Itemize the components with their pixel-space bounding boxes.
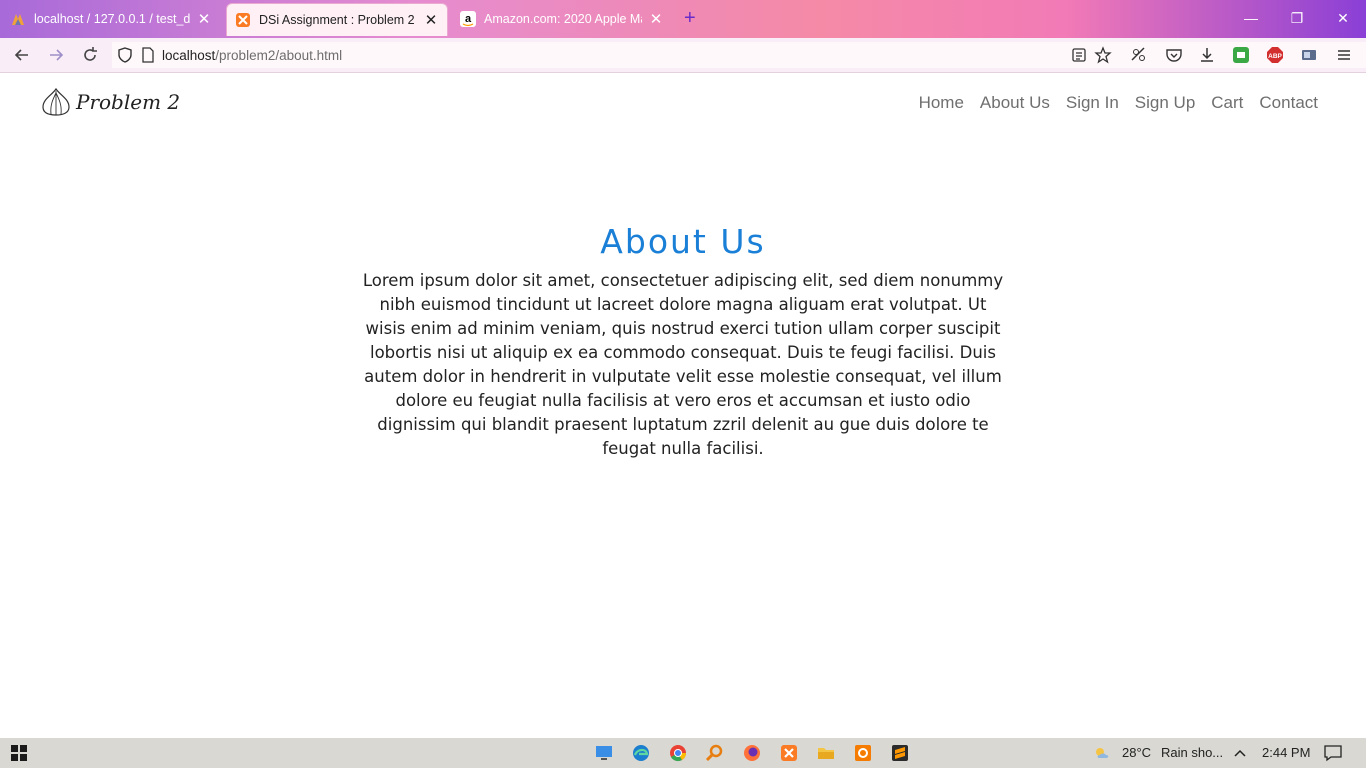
tab-amazon[interactable]: a Amazon.com: 2020 Apple MacB ✕ bbox=[452, 3, 672, 35]
windows-taskbar: 28°C Rain sho... 2:44 PM bbox=[0, 738, 1366, 768]
weather-icon[interactable] bbox=[1092, 743, 1112, 763]
close-tab-icon[interactable]: ✕ bbox=[196, 10, 212, 28]
page-title: About Us bbox=[600, 222, 766, 261]
reader-view-icon[interactable] bbox=[1070, 46, 1088, 64]
file-explorer-icon[interactable] bbox=[816, 743, 836, 763]
clock-time[interactable]: 2:44 PM bbox=[1262, 745, 1310, 760]
browser-tab-strip: localhost / 127.0.0.1 / test_db / t ✕ DS… bbox=[0, 0, 1366, 38]
xampp-favicon-icon bbox=[236, 13, 250, 27]
weather-temperature[interactable]: 28°C bbox=[1122, 745, 1151, 760]
edge-icon[interactable] bbox=[631, 743, 651, 763]
close-window-icon[interactable]: ✕ bbox=[1333, 10, 1353, 26]
notification-icon[interactable] bbox=[1323, 743, 1343, 763]
tab-phpmyadmin[interactable]: localhost / 127.0.0.1 / test_db / t ✕ bbox=[2, 3, 220, 35]
svg-text:ABP: ABP bbox=[1268, 53, 1282, 60]
windows-start-icon[interactable] bbox=[9, 743, 29, 763]
phpmyadmin-favicon-icon bbox=[12, 14, 24, 25]
restore-icon[interactable]: ❐ bbox=[1287, 10, 1307, 26]
extension-icon[interactable] bbox=[1130, 46, 1148, 64]
reload-icon[interactable] bbox=[80, 45, 100, 65]
brand-name: Problem 2 bbox=[76, 90, 181, 114]
search-everything-icon[interactable] bbox=[705, 743, 725, 763]
close-tab-icon[interactable]: ✕ bbox=[423, 11, 439, 29]
chrome-icon[interactable] bbox=[668, 743, 688, 763]
close-tab-icon[interactable]: ✕ bbox=[648, 10, 664, 28]
weather-description[interactable]: Rain sho... bbox=[1161, 745, 1223, 760]
tab-title: DSi Assignment : Problem 2 bbox=[259, 13, 415, 27]
tab-title: Amazon.com: 2020 Apple MacB bbox=[484, 12, 642, 26]
nav-sign-up[interactable]: Sign Up bbox=[1135, 93, 1195, 113]
tab-title: localhost / 127.0.0.1 / test_db / t bbox=[34, 12, 190, 26]
url-path: /problem2/about.html bbox=[215, 48, 343, 63]
site-brand[interactable]: Problem 2 bbox=[40, 87, 180, 117]
page-content: Problem 2 Home About Us Sign In Sign Up … bbox=[0, 73, 1366, 738]
tab-dsi-assignment[interactable]: DSi Assignment : Problem 2 ✕ bbox=[226, 3, 448, 36]
adblock-plus-icon[interactable]: ABP bbox=[1266, 46, 1284, 64]
minimize-icon[interactable]: — bbox=[1241, 10, 1261, 26]
firefox-icon[interactable] bbox=[742, 743, 762, 763]
new-tab-icon[interactable]: + bbox=[684, 8, 696, 28]
about-paragraph: Lorem ipsum dolor sit amet, consectetuer… bbox=[362, 271, 1004, 458]
xampp-icon[interactable] bbox=[779, 743, 799, 763]
url-host: localhost bbox=[162, 48, 216, 63]
nav-sign-in[interactable]: Sign In bbox=[1066, 93, 1119, 113]
url-text[interactable]: localhost/problem2/about.html bbox=[162, 48, 342, 63]
green-extension-icon[interactable] bbox=[1232, 46, 1250, 64]
picture-extension-icon[interactable] bbox=[1300, 46, 1318, 64]
site-nav: Home About Us Sign In Sign Up Cart Conta… bbox=[919, 93, 1318, 113]
pocket-icon[interactable] bbox=[1165, 46, 1183, 64]
chevron-up-icon[interactable] bbox=[1230, 743, 1250, 763]
hamburger-menu-icon[interactable] bbox=[1335, 46, 1353, 64]
amazon-favicon-icon: a bbox=[460, 11, 476, 27]
shield-icon[interactable] bbox=[117, 47, 133, 63]
back-arrow-icon[interactable] bbox=[12, 45, 32, 65]
downloads-icon[interactable] bbox=[1198, 46, 1216, 64]
garlic-logo-icon bbox=[42, 87, 70, 116]
app-icon[interactable] bbox=[853, 743, 873, 763]
bookmark-star-icon[interactable] bbox=[1094, 46, 1112, 64]
sublime-text-icon[interactable] bbox=[890, 743, 910, 763]
nav-home[interactable]: Home bbox=[919, 93, 964, 113]
nav-cart[interactable]: Cart bbox=[1211, 93, 1243, 113]
svg-text:a: a bbox=[465, 13, 472, 25]
forward-arrow-icon[interactable] bbox=[46, 45, 66, 65]
nav-contact[interactable]: Contact bbox=[1259, 93, 1318, 113]
browser-toolbar: localhost/problem2/about.html ABP bbox=[0, 38, 1366, 73]
nav-about-us[interactable]: About Us bbox=[980, 93, 1050, 113]
page-icon[interactable] bbox=[140, 47, 156, 63]
desktop-icon[interactable] bbox=[594, 743, 614, 763]
